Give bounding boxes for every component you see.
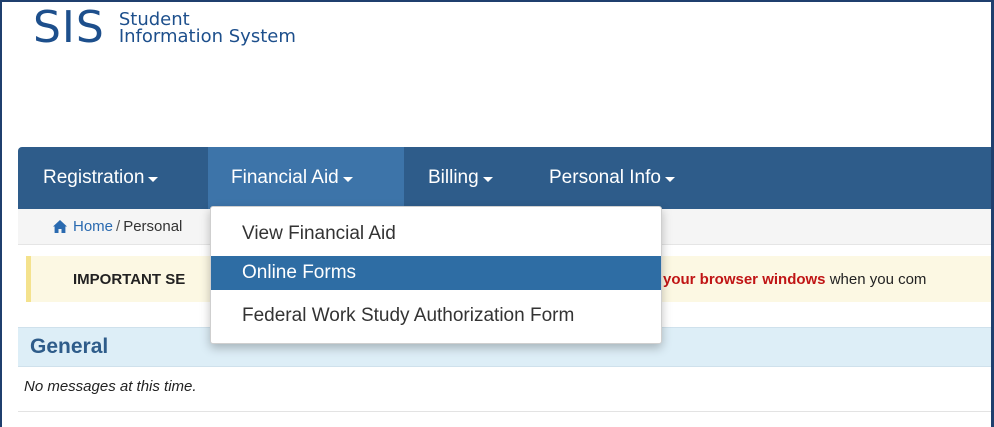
home-icon xyxy=(53,220,67,233)
alert-lead: IMPORTANT SE xyxy=(73,271,186,288)
nav-financial-aid-label: Financial Aid xyxy=(231,167,339,188)
breadcrumb-current: Personal xyxy=(123,218,183,235)
breadcrumb-home-link[interactable]: Home xyxy=(73,218,113,235)
caret-down-icon xyxy=(482,176,493,182)
alert-tail: when you com xyxy=(829,271,927,288)
caret-down-icon xyxy=(148,176,159,182)
logo-text-line2: Information System xyxy=(118,26,296,47)
menu-item-online-forms[interactable]: Online Forms xyxy=(211,256,661,290)
panel-message: No messages at this time. xyxy=(24,378,197,395)
panel-title: General xyxy=(30,335,109,358)
nav-registration[interactable]: Registration xyxy=(18,147,208,209)
menu-item-label: View Financial Aid xyxy=(242,223,396,244)
nav-personal-info-label: Personal Info xyxy=(549,167,661,188)
logo-text: Student Information System xyxy=(118,11,296,47)
window-border-left xyxy=(0,0,2,427)
logo-mark: SIS xyxy=(33,2,105,53)
nav-financial-aid[interactable]: Financial Aid xyxy=(208,147,404,209)
alert-text: your browser windows when you com xyxy=(663,271,926,288)
caret-down-icon xyxy=(342,176,353,182)
nav-registration-label: Registration xyxy=(43,167,145,188)
window-border-top xyxy=(0,0,994,2)
financial-aid-dropdown: View Financial Aid Online Forms Federal … xyxy=(210,206,662,344)
sis-logo[interactable]: SIS Student Information System xyxy=(33,6,296,50)
menu-item-label: Federal Work Study Authorization Form xyxy=(242,305,575,326)
nav-billing-label: Billing xyxy=(428,167,479,188)
menu-item-label: Online Forms xyxy=(242,262,357,283)
site-header: SIS Student Information System xyxy=(0,0,994,147)
panel-divider xyxy=(18,411,994,412)
alert-highlight: your browser windows xyxy=(663,271,826,288)
menu-item-view-financial-aid[interactable]: View Financial Aid xyxy=(211,217,661,251)
breadcrumb-separator: / xyxy=(116,218,121,235)
main-navbar: Registration Financial Aid Billing Perso… xyxy=(18,147,994,209)
nav-billing[interactable]: Billing xyxy=(404,147,526,209)
caret-down-icon xyxy=(664,176,675,182)
menu-item-federal-work-study[interactable]: Federal Work Study Authorization Form xyxy=(211,299,661,333)
app-window: SIS Student Information System Registrat… xyxy=(0,0,994,427)
nav-personal-info[interactable]: Personal Info xyxy=(526,147,716,209)
